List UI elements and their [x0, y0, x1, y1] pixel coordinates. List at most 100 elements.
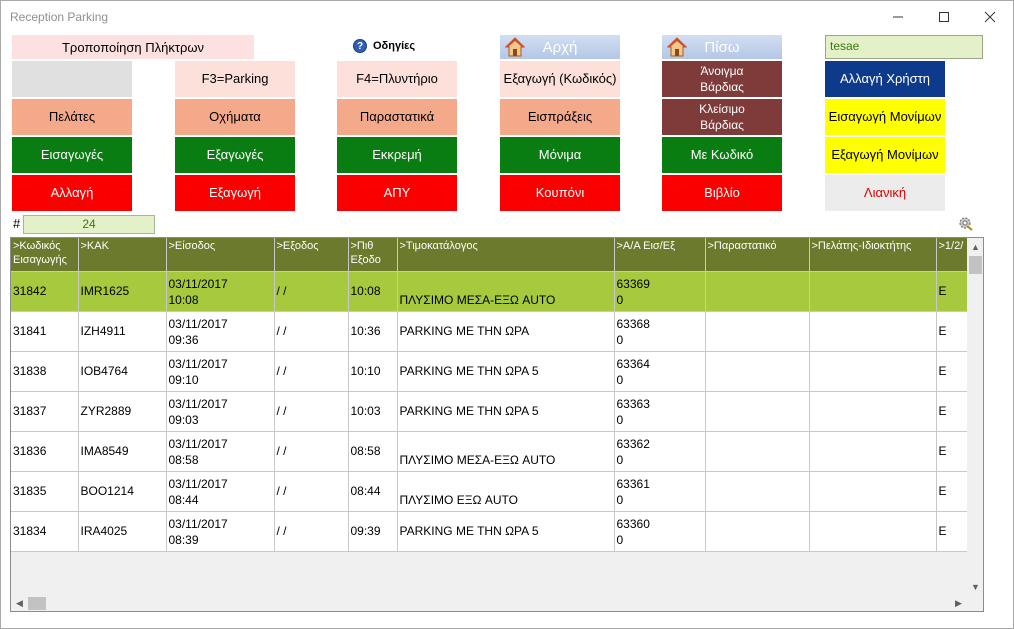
- table-cell: [705, 511, 810, 552]
- receipts-button[interactable]: Εισπράξεις: [500, 99, 620, 135]
- count-field: 24: [23, 215, 155, 234]
- empty-button[interactable]: [12, 61, 132, 97]
- table-cell: 03/11/2017 10:08: [166, 271, 275, 312]
- home-label: Αρχή: [542, 38, 578, 56]
- f4-washer-button[interactable]: F4=Πλυντήριο: [337, 61, 457, 97]
- table-row[interactable]: 31841 IZH4911 03/11/2017 09:36 / /10:36 PARK…: [11, 311, 968, 352]
- table-cell: PARKING ΜΕ ΤΗΝ ΩΡΑ 5: [397, 511, 615, 552]
- customers-button[interactable]: Πελάτες: [12, 99, 132, 135]
- table-cell: E: [936, 471, 968, 512]
- minimize-icon: [893, 16, 903, 18]
- table-cell: / /: [274, 351, 349, 392]
- table-cell: PARKING ΜΕ ΤΗΝ ΩΡΑ 5: [397, 391, 615, 432]
- table-cell: E: [936, 351, 968, 392]
- retail-button[interactable]: Λιανική: [825, 175, 945, 211]
- vehicles-button[interactable]: Οχήματα: [175, 99, 295, 135]
- close-button[interactable]: [967, 1, 1013, 33]
- vertical-scrollbar[interactable]: ▲ ▼: [967, 238, 983, 595]
- maximize-button[interactable]: [921, 1, 967, 33]
- column-header[interactable]: >1/2/: [936, 238, 968, 272]
- table-row[interactable]: 31842 IMR1625 03/11/2017 10:08 / /10:08 ΠΛΥΣ…: [11, 271, 968, 312]
- column-header[interactable]: >ΚΑΚ: [78, 238, 167, 272]
- scroll-up-icon[interactable]: ▲: [967, 238, 983, 255]
- back-button[interactable]: Πίσω: [662, 35, 782, 59]
- user-field[interactable]: tesae: [825, 35, 983, 59]
- exports-button[interactable]: Εξαγωγές: [175, 137, 295, 173]
- vertical-scroll-thumb[interactable]: [969, 256, 982, 274]
- table-cell: 03/11/2017 09:10: [166, 351, 275, 392]
- table-cell: [809, 271, 937, 312]
- table-cell: / /: [274, 431, 349, 472]
- table-cell: E: [936, 511, 968, 552]
- table-cell: PARKING ΜΕ ΤΗΝ ΩΡΑ: [397, 311, 615, 352]
- table-cell: E: [936, 271, 968, 312]
- export-code-button[interactable]: Εξαγωγή (Κωδικός): [500, 61, 620, 97]
- help-link[interactable]: ? Οδηγίες: [353, 39, 415, 53]
- open-shift-button[interactable]: Άνοιγμα Βάρδιας: [662, 61, 782, 97]
- table-cell: IOB4764: [78, 351, 167, 392]
- table-cell: 03/11/2017 09:03: [166, 391, 275, 432]
- scroll-right-icon[interactable]: ▶: [950, 595, 967, 611]
- entries-table: >Κωδικός Εισαγωγής >ΚΑΚ >Είσοδος >Εξοδος…: [11, 238, 968, 552]
- close-shift-button[interactable]: Κλείσιμο Βάρδιας: [662, 99, 782, 135]
- table-row[interactable]: 31838 IOB4764 03/11/2017 09:10 / /10:10 PARK…: [11, 351, 968, 392]
- table-cell: IMA8549: [78, 431, 167, 472]
- documents-button[interactable]: Παραστατικά: [337, 99, 457, 135]
- table-cell: 63361 0: [614, 471, 706, 512]
- column-header[interactable]: >Παραστατικό: [705, 238, 810, 272]
- table-cell: 63364 0: [614, 351, 706, 392]
- entries-grid[interactable]: >Κωδικός Εισαγωγής >ΚΑΚ >Είσοδος >Εξοδος…: [10, 237, 984, 612]
- table-cell: / /: [274, 311, 349, 352]
- pending-button[interactable]: Εκκρεμή: [337, 137, 457, 173]
- modify-keys-button[interactable]: Τροποποίηση Πλήκτρων: [12, 35, 254, 59]
- book-button[interactable]: Βιβλίο: [662, 175, 782, 211]
- coupon-button[interactable]: Κουπόνι: [500, 175, 620, 211]
- table-cell: PARKING ΜΕ ΤΗΝ ΩΡΑ 5: [397, 351, 615, 392]
- horizontal-scroll-thumb[interactable]: [28, 597, 46, 610]
- column-header[interactable]: >Πελάτης-Ιδιοκτήτης: [809, 238, 937, 272]
- table-row[interactable]: 31836 IMA8549 03/11/2017 08:58 / /08:58 ΠΛΥΣ…: [11, 431, 968, 472]
- table-row[interactable]: 31835 BOO1214 03/11/2017 08:44 / /08:44 ΠΛΥΣ…: [11, 471, 968, 512]
- table-row[interactable]: 31837 ZYR2889 03/11/2017 09:03 / /10:03 PARK…: [11, 391, 968, 432]
- column-header[interactable]: >Εξοδος: [274, 238, 349, 272]
- scroll-left-icon[interactable]: ◀: [11, 595, 28, 611]
- apy-button[interactable]: ΑΠΥ: [337, 175, 457, 211]
- with-code-button[interactable]: Με Κωδικό: [662, 137, 782, 173]
- table-cell: E: [936, 391, 968, 432]
- column-header[interactable]: >Τιμοκατάλογος: [397, 238, 615, 272]
- maximize-icon: [939, 12, 949, 22]
- gear-icon[interactable]: [957, 215, 973, 231]
- table-cell: / /: [274, 511, 349, 552]
- permanent-button[interactable]: Μόνιμα: [500, 137, 620, 173]
- table-cell: 03/11/2017 08:44: [166, 471, 275, 512]
- change-button[interactable]: Αλλαγή: [12, 175, 132, 211]
- table-cell: [705, 351, 810, 392]
- minimize-button[interactable]: [875, 1, 921, 33]
- table-cell: / /: [274, 271, 349, 312]
- table-row[interactable]: 31834 IRA4025 03/11/2017 08:39 / /09:39 PARK…: [11, 511, 968, 552]
- app-window: Reception Parking Τροποποίηση Πλήκτρων ?…: [0, 0, 1014, 629]
- window-title: Reception Parking: [10, 10, 109, 24]
- export-permanent-button[interactable]: Εξαγωγή Μονίμων: [825, 137, 945, 173]
- f3-parking-button[interactable]: F3=Parking: [175, 61, 295, 97]
- column-header[interactable]: >Α/Α Εισ/Εξ: [614, 238, 706, 272]
- horizontal-scrollbar[interactable]: ◀ ▶: [11, 595, 967, 611]
- column-header[interactable]: >Είσοδος: [166, 238, 275, 272]
- import-permanent-button[interactable]: Εισαγωγή Μονίμων: [825, 99, 945, 135]
- table-cell: / /: [274, 471, 349, 512]
- table-cell: 31834: [11, 511, 79, 552]
- export-button[interactable]: Εξαγωγή: [175, 175, 295, 211]
- change-user-button[interactable]: Αλλαγή Χρήστη: [825, 61, 945, 97]
- column-header[interactable]: >Κωδικός Εισαγωγής: [11, 238, 79, 272]
- table-cell: 31842: [11, 271, 79, 312]
- table-cell: 31836: [11, 431, 79, 472]
- home-button[interactable]: Αρχή: [500, 35, 620, 59]
- scroll-down-icon[interactable]: ▼: [967, 578, 983, 595]
- table-cell: [705, 471, 810, 512]
- table-cell: 03/11/2017 08:39: [166, 511, 275, 552]
- column-header[interactable]: >Πιθ Εξοδο: [348, 238, 398, 272]
- table-cell: ΠΛΥΣΙΜΟ ΕΞΩ AUTO: [397, 471, 615, 512]
- imports-button[interactable]: Εισαγωγές: [12, 137, 132, 173]
- table-cell: 31837: [11, 391, 79, 432]
- help-label: Οδηγίες: [373, 40, 416, 52]
